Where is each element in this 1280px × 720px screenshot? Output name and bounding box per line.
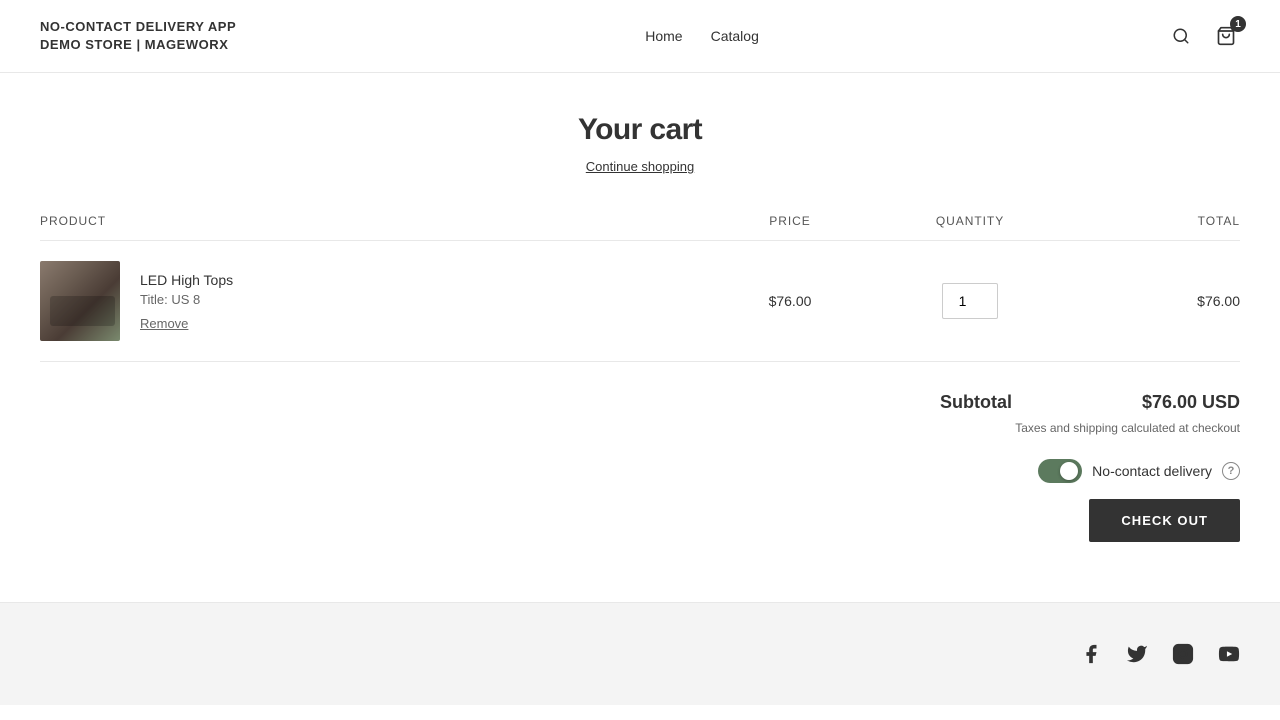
subtotal-row: Subtotal $76.00 USD <box>940 392 1240 413</box>
footer-social <box>40 643 1240 665</box>
info-icon[interactable]: ? <box>1222 462 1240 480</box>
product-name: LED High Tops <box>140 272 233 288</box>
footer <box>0 602 1280 705</box>
header: NO-CONTACT DELIVERY APP DEMO STORE | MAG… <box>0 0 1280 73</box>
no-contact-toggle[interactable] <box>1038 459 1082 483</box>
search-button[interactable] <box>1168 23 1194 49</box>
youtube-icon[interactable] <box>1218 643 1240 665</box>
variant-label: Title: <box>140 292 168 307</box>
col-header-quantity: QUANTITY <box>880 214 1060 241</box>
twitter-icon[interactable] <box>1126 643 1148 665</box>
item-price: $76.00 <box>700 241 880 362</box>
header-icons: 1 <box>1168 22 1240 50</box>
table-row: LED High Tops Title: US 8 Remove $76.00 … <box>40 241 1240 362</box>
main-nav: Home Catalog <box>645 28 759 44</box>
variant-value: US 8 <box>171 292 200 307</box>
col-header-total: TOTAL <box>1060 214 1240 241</box>
subtotal-label: Subtotal <box>940 392 1012 413</box>
no-contact-label: No-contact delivery <box>1092 463 1212 479</box>
quantity-cell <box>880 241 1060 362</box>
remove-button[interactable]: Remove <box>140 316 188 331</box>
quantity-input[interactable] <box>942 283 998 319</box>
product-cell: LED High Tops Title: US 8 Remove <box>40 241 700 362</box>
page-title: Your cart <box>40 113 1240 147</box>
facebook-icon[interactable] <box>1080 643 1102 665</box>
no-contact-row: No-contact delivery ? <box>1038 459 1240 483</box>
nav-catalog[interactable]: Catalog <box>711 28 759 44</box>
instagram-icon[interactable] <box>1172 643 1194 665</box>
cart-summary: Subtotal $76.00 USD Taxes and shipping c… <box>40 392 1240 542</box>
main-content: Your cart Continue shopping PRODUCT PRIC… <box>0 73 1280 602</box>
cart-badge: 1 <box>1230 16 1246 32</box>
item-total: $76.00 <box>1060 241 1240 362</box>
store-title: NO-CONTACT DELIVERY APP DEMO STORE | MAG… <box>40 18 236 54</box>
cart-table: PRODUCT PRICE QUANTITY TOTAL LED High To… <box>40 214 1240 362</box>
checkout-button[interactable]: CHECK OUT <box>1089 499 1240 542</box>
tax-shipping-note: Taxes and shipping calculated at checkou… <box>1015 421 1240 435</box>
product-image <box>40 261 120 341</box>
col-header-product: PRODUCT <box>40 214 700 241</box>
continue-shopping-link[interactable]: Continue shopping <box>40 159 1240 174</box>
product-variant: Title: US 8 <box>140 292 233 307</box>
cart-button[interactable]: 1 <box>1212 22 1240 50</box>
product-info: LED High Tops Title: US 8 Remove <box>140 272 233 331</box>
subtotal-value: $76.00 USD <box>1142 392 1240 413</box>
search-icon <box>1172 27 1190 45</box>
col-header-price: PRICE <box>700 214 880 241</box>
nav-home[interactable]: Home <box>645 28 682 44</box>
